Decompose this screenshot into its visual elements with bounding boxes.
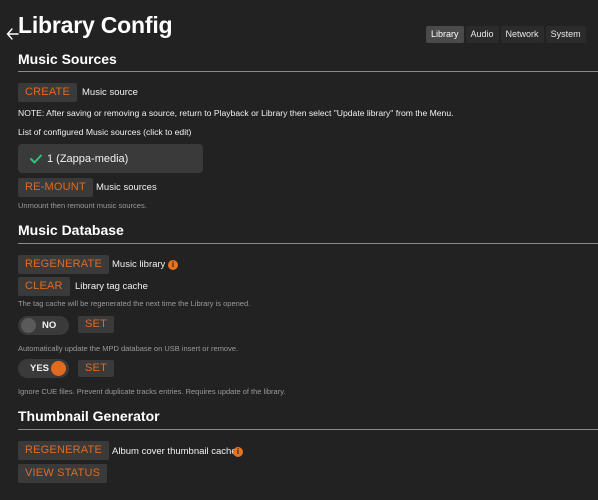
section-title-music-database: Music Database <box>18 222 124 238</box>
toggle-knob <box>21 318 36 333</box>
sources-list-caption: List of configured Music sources (click … <box>18 127 192 137</box>
ignore-cue-help: Ignore CUE files. Prevent duplicate trac… <box>18 387 286 396</box>
clear-tag-cache-label: Library tag cache <box>75 281 148 292</box>
view-status-button[interactable]: VIEW STATUS <box>18 464 108 483</box>
remount-label: Music sources <box>96 182 157 193</box>
toggle-knob <box>51 361 66 376</box>
regenerate-library-button[interactable]: REGENERATE <box>18 255 109 274</box>
usb-auto-update-help: Automatically update the MPD database on… <box>18 344 239 353</box>
create-source-button[interactable]: CREATE <box>18 83 78 102</box>
toggle-value: NO <box>42 320 57 331</box>
section-title-music-sources: Music Sources <box>18 51 117 67</box>
tab-audio[interactable]: Audio <box>465 26 499 43</box>
clear-tag-cache-help: The tag cache will be regenerated the ne… <box>18 299 251 308</box>
clear-tag-cache-button[interactable]: CLEAR <box>18 277 70 296</box>
section-title-thumbnail-generator: Thumbnail Generator <box>18 408 160 424</box>
regenerate-library-label: Music library <box>112 259 166 270</box>
sources-note: NOTE: After saving or removing a source,… <box>18 108 454 118</box>
music-source-item[interactable]: 1 (Zappa-media) <box>18 144 203 173</box>
check-icon <box>30 154 42 163</box>
ignore-cue-set-button[interactable]: SET <box>78 360 114 377</box>
section-divider <box>18 243 598 244</box>
regenerate-thumbnails-label: Album cover thumbnail cache <box>112 446 237 457</box>
remount-button[interactable]: RE-MOUNT <box>18 178 93 197</box>
tab-network[interactable]: Network <box>500 26 544 43</box>
page-title: Library Config <box>18 12 173 38</box>
music-source-label: 1 (Zappa-media) <box>47 152 129 165</box>
usb-auto-update-toggle[interactable]: NO <box>18 316 69 335</box>
ignore-cue-toggle[interactable]: YES <box>18 359 69 378</box>
create-source-label: Music source <box>82 87 138 98</box>
section-divider <box>18 429 598 430</box>
toggle-value: YES <box>30 363 50 374</box>
tab-bar: Library Audio Network System <box>426 26 586 43</box>
regenerate-thumbnails-button[interactable]: REGENERATE <box>18 441 109 460</box>
tab-library[interactable]: Library <box>426 26 464 43</box>
remount-help: Unmount then remount music sources. <box>18 201 147 210</box>
usb-auto-update-set-button[interactable]: SET <box>78 316 114 333</box>
info-icon[interactable]: i <box>168 260 178 270</box>
info-icon[interactable]: i <box>233 447 243 457</box>
tab-system[interactable]: System <box>545 26 586 43</box>
section-divider <box>18 71 598 72</box>
